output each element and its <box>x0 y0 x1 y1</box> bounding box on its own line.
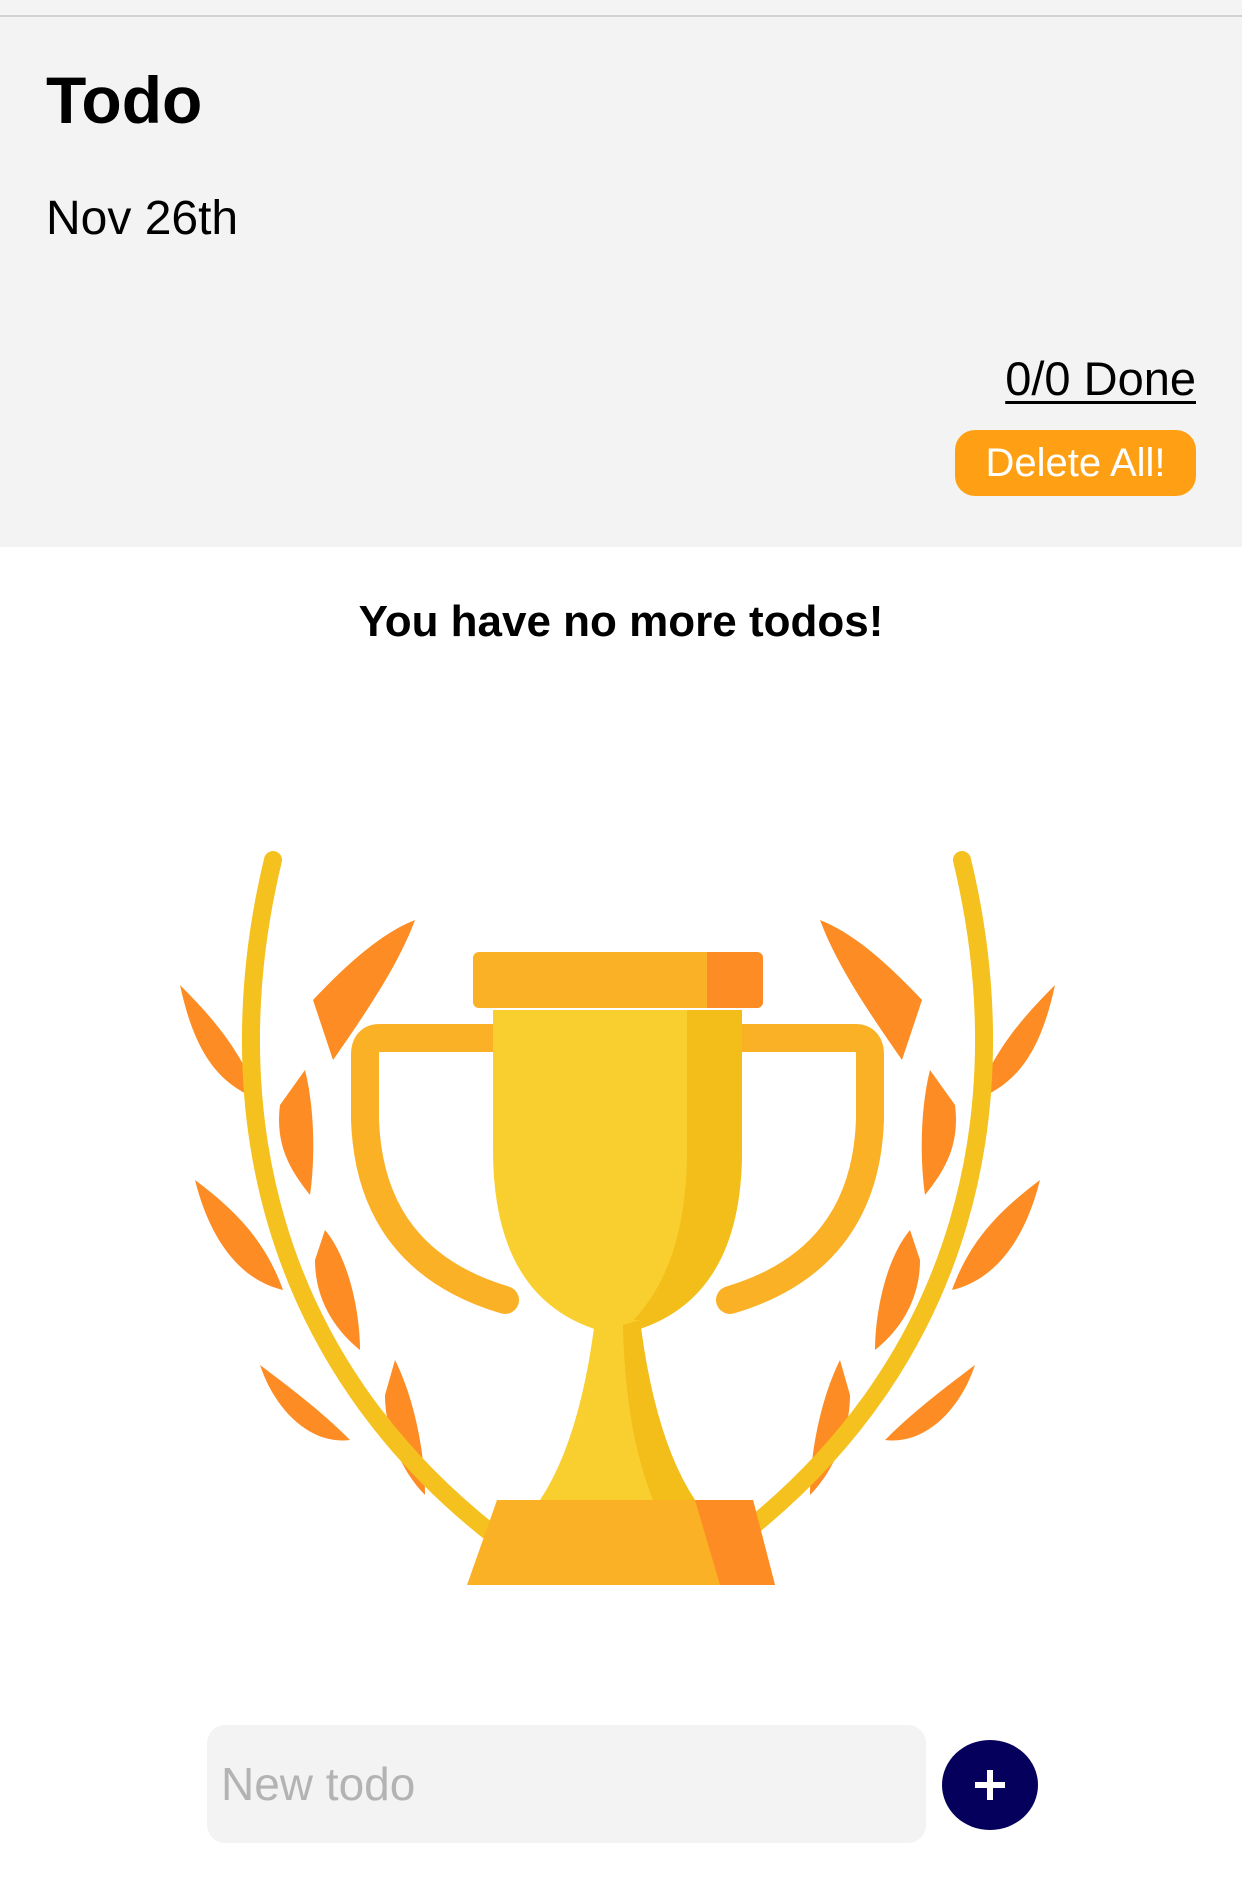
page-title: Todo <box>46 63 203 137</box>
date-label: Nov 26th <box>46 192 239 245</box>
new-todo-input[interactable] <box>207 1725 926 1843</box>
todo-screen: Todo Nov 26th 0/0 Done Delete All! You h… <box>0 0 1242 1881</box>
add-todo-button[interactable] <box>942 1740 1038 1830</box>
status-bar-divider <box>0 0 1242 17</box>
plus-icon <box>975 1770 1005 1800</box>
trophy-icon <box>180 851 1055 1585</box>
done-counter-link[interactable]: 0/0 Done <box>1005 355 1196 402</box>
empty-state-message: You have no more todos! <box>358 597 884 646</box>
delete-all-button[interactable]: Delete All! <box>955 430 1196 496</box>
header: Todo Nov 26th 0/0 Done Delete All! <box>0 17 1242 547</box>
